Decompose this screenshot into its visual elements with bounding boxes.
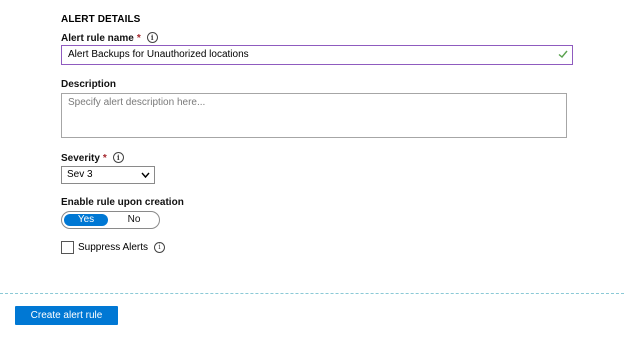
rule-name-value: Alert Backups for Unauthorized locations xyxy=(68,49,249,60)
suppress-alerts-label: Suppress Alerts xyxy=(78,242,149,253)
suppress-alerts-checkbox[interactable] xyxy=(61,241,74,254)
toggle-option-yes[interactable]: Yes xyxy=(64,214,108,226)
description-placeholder: Specify alert description here... xyxy=(68,97,206,108)
info-icon[interactable]: i xyxy=(154,242,166,253)
create-alert-rule-button[interactable]: Create alert rule xyxy=(15,306,118,325)
enable-rule-toggle[interactable]: Yes No xyxy=(61,211,160,229)
description-label: Description xyxy=(61,79,117,90)
severity-label-row: Severity * i xyxy=(61,152,124,164)
description-textarea[interactable]: Specify alert description here... xyxy=(61,93,567,138)
severity-selected-value: Sev 3 xyxy=(67,169,93,180)
required-mark: * xyxy=(136,33,141,44)
footer-divider xyxy=(0,293,624,294)
info-icon[interactable]: i xyxy=(146,32,158,43)
toggle-option-no[interactable]: No xyxy=(112,214,156,226)
rule-name-label-row: Alert rule name * i xyxy=(61,32,158,44)
severity-select[interactable]: Sev 3 xyxy=(61,166,155,184)
info-icon[interactable]: i xyxy=(112,152,124,163)
suppress-alerts-label-row: Suppress Alerts i xyxy=(78,242,166,253)
rule-name-label: Alert rule name xyxy=(61,33,134,44)
checkmark-icon xyxy=(558,50,568,58)
severity-label: Severity xyxy=(61,153,100,164)
section-title: ALERT DETAILS xyxy=(61,14,141,25)
enable-rule-label: Enable rule upon creation xyxy=(61,197,184,208)
rule-name-input[interactable]: Alert Backups for Unauthorized locations xyxy=(61,45,573,65)
required-mark: * xyxy=(102,153,107,164)
chevron-down-icon xyxy=(141,172,150,179)
